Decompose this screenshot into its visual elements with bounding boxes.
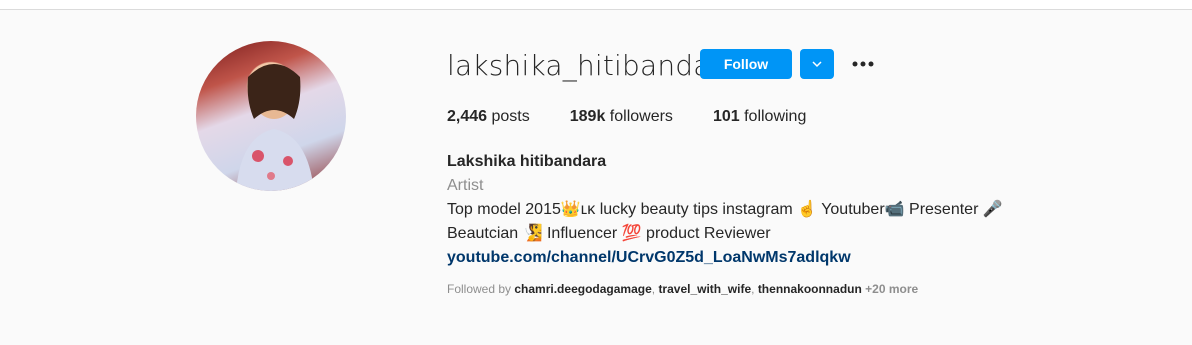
chevron-down-icon <box>812 61 822 68</box>
followed-by-user: chamri.deegodagamage <box>514 282 652 296</box>
bio-external-link[interactable]: youtube.com/channel/UCrvG0Z5d_LoaNwMs7ad… <box>447 246 1003 270</box>
bio-line-2: Beautcian 🧏 Influencer 💯 product Reviewe… <box>447 225 771 242</box>
following-stat[interactable]: 101 following <box>713 108 806 126</box>
more-options-button[interactable] <box>850 52 876 76</box>
following-count: 101 <box>712 108 740 125</box>
following-label: following <box>744 108 807 125</box>
follow-button[interactable]: Follow <box>700 49 792 79</box>
profile-avatar[interactable] <box>196 41 346 191</box>
followers-stat[interactable]: 189k followers <box>570 108 673 126</box>
posts-label: posts <box>491 108 530 125</box>
posts-stat: 2,446 posts <box>447 108 530 126</box>
profile-category: Artist <box>447 177 484 194</box>
profile-stats: 2,446 posts 189k followers 101 following <box>447 108 846 126</box>
followed-by-more: +20 more <box>865 282 919 296</box>
bio-line-1: Top model 2015👑ʟᴋ lucky beauty tips inst… <box>447 201 1003 218</box>
profile-bio: Lakshika hitibandara Artist Top model 20… <box>447 150 1003 270</box>
posts-count: 2,446 <box>447 108 488 125</box>
top-nav-bar <box>0 0 1192 10</box>
followed-by[interactable]: Followed by chamri.deegodagamage, travel… <box>447 282 918 296</box>
followed-by-user: travel_with_wife <box>658 282 752 296</box>
followers-label: followers <box>609 108 673 125</box>
profile-username: lakshika_hitibandara <box>447 49 740 82</box>
avatar-image <box>236 64 314 191</box>
followed-by-user: thennakoonnadun <box>757 282 862 296</box>
followed-by-prefix: Followed by <box>447 282 512 296</box>
profile-full-name: Lakshika hitibandara <box>447 153 607 170</box>
more-options-icon <box>852 61 874 67</box>
followers-count: 189k <box>569 108 606 125</box>
suggested-accounts-dropdown-button[interactable] <box>800 49 834 79</box>
